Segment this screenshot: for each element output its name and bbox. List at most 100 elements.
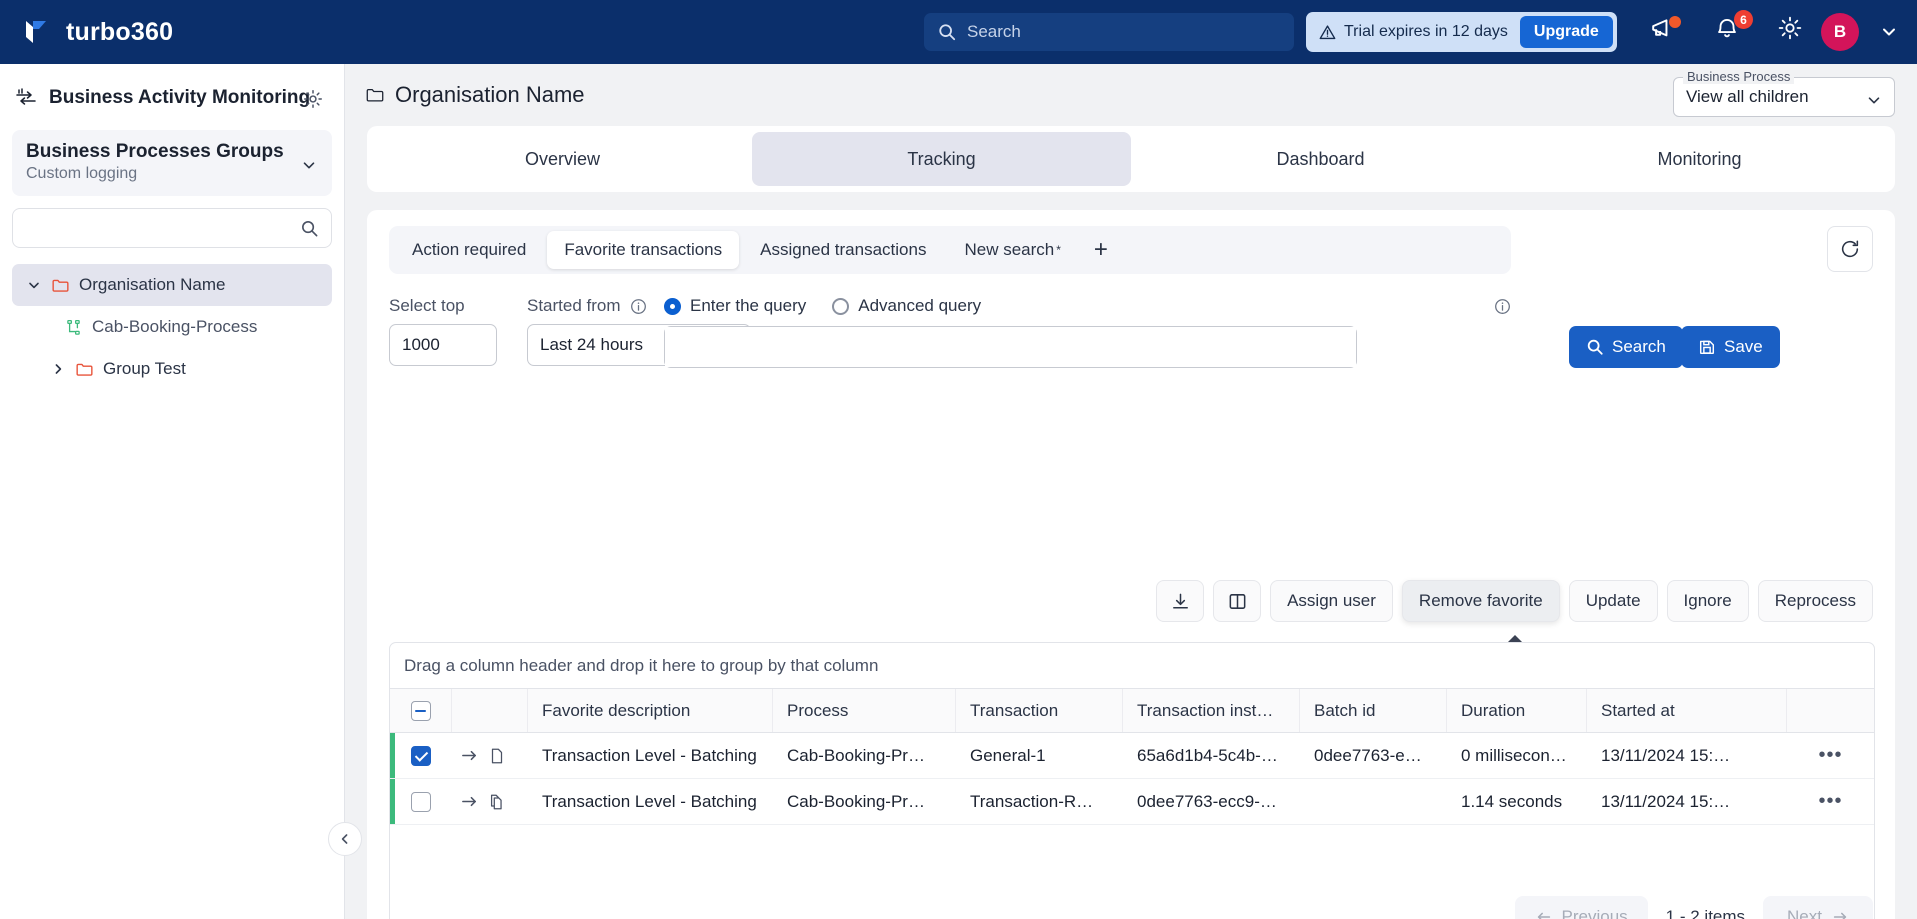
trial-banner: Trial expires in 12 days Upgrade [1306,12,1617,52]
user-menu-chevron-down-icon[interactable] [1879,22,1899,42]
reprocess-button[interactable]: Reprocess [1757,580,1873,622]
download-button[interactable] [1156,580,1205,622]
header-batch-id[interactable]: Batch id [1300,689,1447,732]
add-search-tab-button[interactable]: + [1082,236,1120,264]
row-overflow-menu-icon[interactable]: ••• [1818,744,1842,767]
group-by-drop-zone[interactable]: Drag a column header and drop it here to… [390,643,1874,689]
ignore-button[interactable]: Ignore [1666,580,1749,622]
chevron-down-icon[interactable] [1865,91,1883,109]
tab-dashboard[interactable]: Dashboard [1131,132,1510,186]
radio-advanced-query[interactable]: Advanced query [832,296,981,316]
query-input[interactable] [665,327,1356,367]
column-chooser-button[interactable] [1213,580,1262,622]
tab-monitoring[interactable]: Monitoring [1510,132,1889,186]
tab-tracking[interactable]: Tracking [752,132,1131,186]
radio-mark[interactable] [832,297,850,315]
announcements-button[interactable] [1648,14,1684,50]
sidebar-search-input[interactable] [25,219,300,237]
arrow-left-icon [1535,908,1553,919]
row-select-cell[interactable] [390,779,452,824]
row-status-accent [390,733,395,778]
page-header: Organisation Name Business Process View … [345,64,1917,126]
upgrade-button[interactable]: Upgrade [1519,16,1613,48]
select-all-header[interactable] [390,689,452,732]
chevron-down-icon[interactable] [26,277,42,293]
row-overflow-menu-icon[interactable]: ••• [1818,790,1842,813]
header-transaction[interactable]: Transaction [956,689,1123,732]
row-actions-cell[interactable] [452,733,528,778]
sidebar-item-group-test[interactable]: Group Test [12,348,332,390]
notifications-count-badge: 6 [1734,10,1753,29]
search-input[interactable] [967,22,1280,42]
folder-icon [51,276,70,295]
notifications-button[interactable]: 6 [1713,10,1753,50]
group-card-chevron-down-icon[interactable] [300,156,318,174]
next-page-label: Next [1787,907,1822,919]
row-select-cell[interactable] [390,733,452,778]
sidebar-tree: Organisation Name Cab-Booking-Process Gr… [0,264,344,390]
tab-new-search[interactable]: New search * [947,231,1077,269]
open-arrow-icon[interactable] [460,746,479,765]
table-row[interactable]: Transaction Level - Batching Cab-Booking… [390,779,1874,825]
remove-favorite-button[interactable]: Remove favorite [1401,580,1560,622]
header-started-at[interactable]: Started at [1587,689,1787,732]
header-overflow [1787,689,1874,732]
row-checkbox[interactable] [411,791,431,812]
business-process-select[interactable]: Business Process View all children [1673,69,1895,117]
select-top-input[interactable]: 1000 [389,324,497,366]
chevron-right-icon[interactable] [50,361,66,377]
query-mode-radios: Enter the query Advanced query [664,296,981,316]
tab-assigned-transactions[interactable]: Assigned transactions [743,231,943,269]
tab-favorite-transactions[interactable]: Favorite transactions [547,231,740,269]
page-title-text: Organisation Name [395,82,585,107]
tab-overview[interactable]: Overview [373,132,752,186]
tracking-panel: Action required Favorite transactions As… [367,210,1895,919]
arrow-right-icon [1831,908,1849,919]
global-search[interactable] [924,13,1294,51]
next-page-button[interactable]: Next [1763,896,1873,919]
previous-page-button[interactable]: Previous [1514,896,1648,919]
document-icon[interactable] [488,747,506,765]
select-all-checkbox[interactable] [410,700,431,721]
sidebar-item-cab-booking-process[interactable]: Cab-Booking-Process [12,306,332,348]
header-transaction-instance[interactable]: Transaction inst… [1123,689,1300,732]
cell-process: Cab-Booking-Pr… [787,745,925,765]
folder-icon [75,360,94,379]
settings-gear-button[interactable] [1776,14,1812,50]
row-status-accent [390,779,395,824]
warning-icon [1319,24,1336,41]
main-content: Organisation Name Business Process View … [345,64,1917,919]
radio-enter-the-query[interactable]: Enter the query [664,296,806,316]
tab-action-required[interactable]: Action required [395,231,543,269]
header-favorite-description[interactable]: Favorite description [528,689,773,732]
user-avatar[interactable]: B [1821,13,1859,51]
row-actions-cell[interactable] [452,779,528,824]
row-menu-cell[interactable]: ••• [1787,779,1874,824]
refresh-button[interactable] [1827,226,1873,272]
table-row[interactable]: Transaction Level - Batching Cab-Booking… [390,733,1874,779]
search-button[interactable]: Search [1569,326,1683,368]
business-processes-groups-card[interactable]: Business Processes Groups Custom logging [12,130,332,196]
radio-mark-selected[interactable] [664,297,681,315]
query-input-wrapper[interactable] [664,326,1357,368]
assign-user-button[interactable]: Assign user [1270,580,1393,622]
row-checkbox[interactable] [411,745,431,766]
sidebar-item-organisation-name[interactable]: Organisation Name [12,264,332,306]
copy-documents-icon[interactable] [488,793,506,811]
row-menu-cell[interactable]: ••• [1787,733,1874,778]
save-button[interactable]: Save [1681,326,1780,368]
sidebar-settings-gear-icon[interactable] [302,88,324,110]
brand[interactable]: turbo360 [0,17,173,47]
query-info-icon[interactable] [1494,298,1511,315]
sidebar-search-icon[interactable] [300,219,319,238]
process-icon [64,318,83,337]
sidebar-collapse-button[interactable] [328,822,362,856]
cell-transaction-instance: 65a6d1b4-5c4b-… [1137,745,1278,765]
header-duration[interactable]: Duration [1447,689,1587,732]
update-button[interactable]: Update [1568,580,1658,622]
started-from-info-icon[interactable] [630,298,647,315]
sidebar-search[interactable] [12,208,332,248]
started-from-value: Last 24 hours [540,335,644,354]
header-process[interactable]: Process [773,689,956,732]
open-arrow-icon[interactable] [460,792,479,811]
